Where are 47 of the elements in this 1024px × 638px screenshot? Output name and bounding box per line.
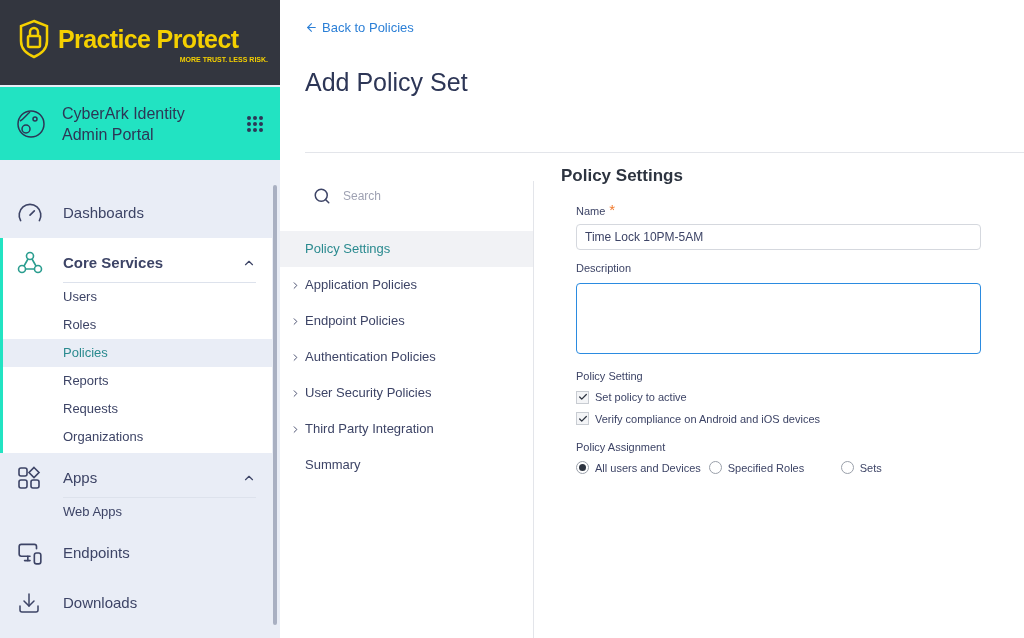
shield-lock-icon — [18, 19, 50, 60]
section-item[interactable]: Authentication Policies — [280, 339, 533, 375]
scrollbar[interactable] — [273, 185, 277, 625]
radio-label: Sets — [859, 460, 882, 476]
nav-item[interactable]: Dashboards — [17, 188, 272, 238]
portal-title: CyberArk Identity Admin Portal — [62, 103, 186, 145]
search-field[interactable]: Search — [343, 187, 498, 205]
download-icon — [17, 591, 41, 615]
nav-item[interactable]: Downloads — [17, 578, 272, 628]
nav-item[interactable]: Endpoints — [17, 528, 272, 578]
section-item[interactable]: Summary — [280, 447, 533, 483]
logo-text: Practice Protect — [58, 23, 239, 55]
nav-subitem[interactable]: Roles — [63, 311, 256, 339]
nav-subitem[interactable]: Organizations — [63, 423, 256, 451]
radio-button[interactable] — [840, 461, 854, 475]
checkbox-label: Verify compliance on Android and iOS devices — [595, 411, 821, 427]
checkbox-label: Set policy to active — [595, 390, 687, 405]
group-label: Policy Setting — [576, 368, 644, 384]
section-item[interactable]: Policy Settings — [280, 231, 533, 267]
radio-label: All users and Devices — [595, 460, 701, 476]
radio-button[interactable] — [576, 461, 589, 475]
nav-subitem[interactable]: Web Apps — [63, 498, 256, 526]
nav-subitem[interactable]: Requests — [63, 395, 256, 423]
section-item[interactable]: Third Party Integration — [280, 411, 533, 447]
nav-subitem[interactable]: Policies — [3, 339, 272, 367]
field-label: Name — [576, 203, 606, 219]
search-icon — [313, 187, 331, 205]
description-field[interactable] — [576, 282, 981, 354]
checkbox[interactable] — [576, 412, 589, 426]
apps-grid-icon — [17, 466, 41, 490]
section-item[interactable]: Endpoint Policies — [280, 303, 533, 339]
back-link[interactable]: Back to Policies — [305, 18, 1024, 38]
checkbox[interactable] — [576, 390, 589, 404]
app-launcher-icon[interactable] — [246, 114, 264, 133]
required-marker: * — [609, 202, 616, 216]
connected-circles-icon — [17, 251, 43, 275]
section-title: Policy Settings — [561, 165, 684, 187]
back-arrow-icon — [305, 21, 318, 35]
page-title: Add Policy Set — [305, 66, 469, 98]
radio-button[interactable] — [708, 461, 722, 475]
section-item[interactable]: Application Policies — [280, 267, 533, 303]
group-label: Policy Assignment — [576, 440, 667, 455]
radio-label: Specified Roles — [727, 460, 805, 476]
name-field[interactable]: Time Lock 10PM-5AM — [576, 224, 981, 250]
field-label: Description — [576, 261, 633, 276]
section-item[interactable]: User Security Policies — [280, 375, 533, 411]
nav-subitem[interactable]: Reports — [63, 367, 256, 395]
